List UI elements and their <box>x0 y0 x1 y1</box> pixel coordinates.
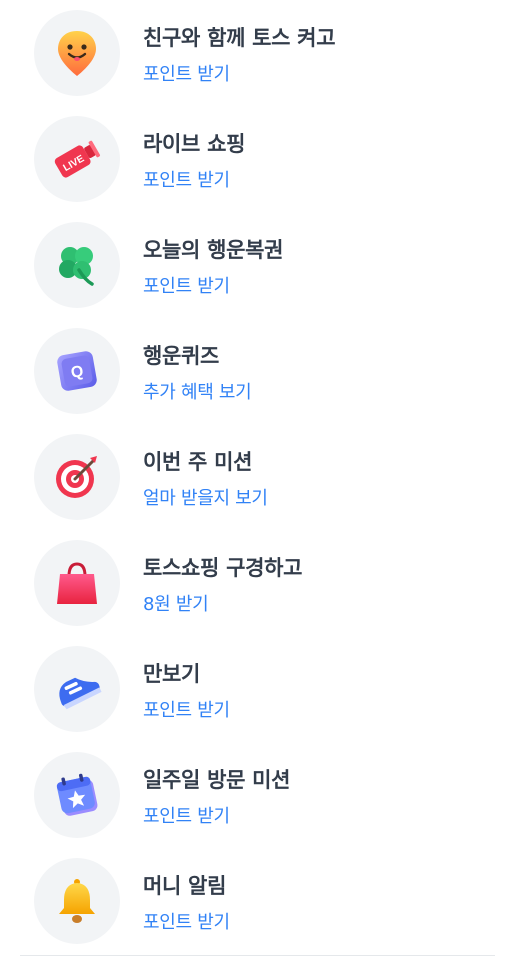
clover-icon <box>59 247 94 286</box>
benefit-icon-container <box>34 434 120 520</box>
benefit-subtitle: 8원 받기 <box>143 594 209 615</box>
calendar-icon <box>56 773 98 816</box>
benefit-item-toss-shopping[interactable]: 토스쇼핑 구경하고 8원 받기 <box>0 530 515 636</box>
benefit-icon-container <box>34 10 120 96</box>
benefit-title: 행운퀴즈 <box>143 344 220 368</box>
bell-icon <box>59 879 95 923</box>
benefit-title: 토스쇼핑 구경하고 <box>143 556 303 580</box>
benefit-subtitle: 추가 혜택 보기 <box>143 382 252 403</box>
benefit-icon-container <box>34 222 120 308</box>
benefit-icon-container: Q <box>34 328 120 414</box>
benefit-item-weekly-mission[interactable]: 이번 주 미션 얼마 받을지 보기 <box>0 424 515 530</box>
benefit-subtitle: 포인트 받기 <box>143 700 230 721</box>
benefit-icon-container <box>34 752 120 838</box>
benefit-subtitle: 포인트 받기 <box>143 64 230 85</box>
live-icon: LIVE <box>54 140 101 178</box>
benefit-item-friend-toss[interactable]: 친구와 함께 토스 켜고 포인트 받기 <box>0 0 515 106</box>
benefit-item-lucky-quiz[interactable]: Q 행운퀴즈 추가 혜택 보기 <box>0 318 515 424</box>
benefit-subtitle: 포인트 받기 <box>143 170 230 191</box>
benefit-icon-container <box>34 858 120 944</box>
benefit-item-money-alert[interactable]: 머니 알림 포인트 받기 <box>0 848 515 954</box>
benefit-subtitle: 포인트 받기 <box>143 276 230 297</box>
sneaker-icon <box>59 677 102 710</box>
benefit-icon-container <box>34 540 120 626</box>
list-divider <box>20 955 495 956</box>
benefit-title: 머니 알림 <box>143 874 227 898</box>
benefit-icon-container <box>34 646 120 732</box>
benefit-icon-container: LIVE <box>34 116 120 202</box>
benefit-item-live-shopping[interactable]: LIVE 라이브 쇼핑 포인트 받기 <box>0 106 515 212</box>
benefit-item-pedometer[interactable]: 만보기 포인트 받기 <box>0 636 515 742</box>
benefit-title: 만보기 <box>143 662 201 686</box>
target-icon <box>56 456 97 498</box>
quiz-icon: Q <box>57 351 97 391</box>
smiley-pin-icon <box>58 31 96 76</box>
benefit-item-weekly-visit-mission[interactable]: 일주일 방문 미션 포인트 받기 <box>0 742 515 848</box>
benefit-subtitle: 포인트 받기 <box>143 806 230 827</box>
benefit-list: 친구와 함께 토스 켜고 포인트 받기 LIVE 라이브 쇼핑 포인트 받기 오… <box>0 0 515 960</box>
benefit-title: 친구와 함께 토스 켜고 <box>143 26 336 50</box>
benefit-item-lucky-lottery[interactable]: 오늘의 행운복권 포인트 받기 <box>0 212 515 318</box>
benefit-subtitle: 얼마 받을지 보기 <box>143 488 268 509</box>
benefit-title: 이번 주 미션 <box>143 450 253 474</box>
benefit-subtitle: 포인트 받기 <box>143 912 230 933</box>
benefit-title: 라이브 쇼핑 <box>143 132 246 156</box>
benefit-title: 오늘의 행운복권 <box>143 238 284 262</box>
shopping-bag-icon <box>57 562 97 604</box>
benefit-title: 일주일 방문 미션 <box>143 768 291 792</box>
